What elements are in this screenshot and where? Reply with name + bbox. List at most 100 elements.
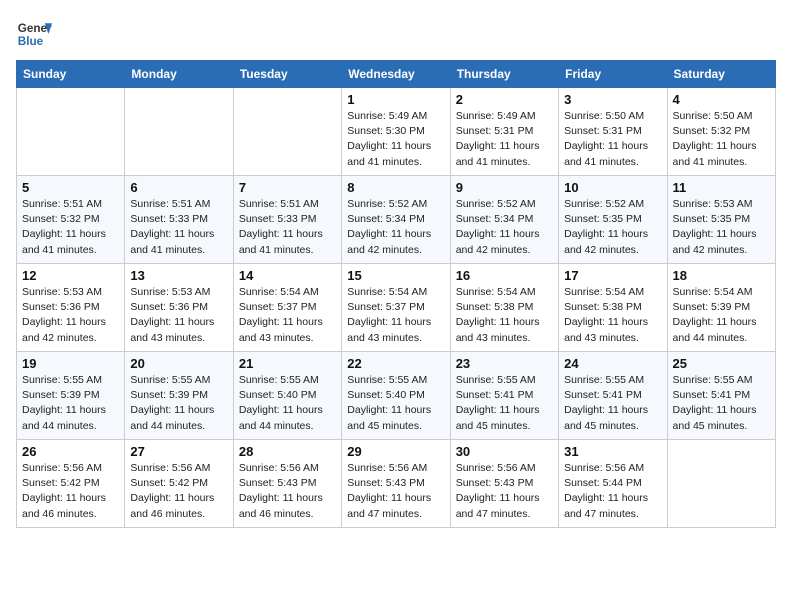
calendar-cell: 24Sunrise: 5:55 AM Sunset: 5:41 PM Dayli… (559, 352, 667, 440)
day-info: Sunrise: 5:52 AM Sunset: 5:35 PM Dayligh… (564, 197, 661, 258)
day-number: 30 (456, 444, 553, 459)
calendar-body: 1 Sunrise: 5:49 AM Sunset: 5:30 PM Daylig… (17, 88, 776, 528)
header-day-thursday: Thursday (450, 61, 558, 88)
day-info: Sunrise: 5:54 AM Sunset: 5:37 PM Dayligh… (347, 285, 444, 346)
day-number: 8 (347, 180, 444, 195)
calendar-cell: 7 Sunrise: 5:51 AM Sunset: 5:33 PM Daylig… (233, 176, 341, 264)
calendar-cell: 4 Sunrise: 5:50 AM Sunset: 5:32 PM Daylig… (667, 88, 775, 176)
calendar-week-4: 19 Sunrise: 5:55 AM Sunset: 5:39 PM Dayli… (17, 352, 776, 440)
page-header: General Blue (16, 16, 776, 52)
calendar-cell: 13Sunrise: 5:53 AM Sunset: 5:36 PM Dayli… (125, 264, 233, 352)
calendar-cell: 26Sunrise: 5:56 AM Sunset: 5:42 PM Dayli… (17, 440, 125, 528)
day-number: 26 (22, 444, 119, 459)
calendar-cell: 9 Sunrise: 5:52 AM Sunset: 5:34 PM Daylig… (450, 176, 558, 264)
day-number: 29 (347, 444, 444, 459)
day-number: 21 (239, 356, 336, 371)
day-info: Sunrise: 5:54 AM Sunset: 5:38 PM Dayligh… (456, 285, 553, 346)
day-info: Sunrise: 5:55 AM Sunset: 5:39 PM Dayligh… (130, 373, 227, 434)
calendar-week-5: 26 Sunrise: 5:56 AM Sunset: 5:42 PM Dayli… (17, 440, 776, 528)
day-number: 11 (673, 180, 770, 195)
calendar-cell: 2Sunrise: 5:49 AM Sunset: 5:31 PM Daylig… (450, 88, 558, 176)
calendar-table: SundayMondayTuesdayWednesdayThursdayFrid… (16, 60, 776, 528)
day-number: 14 (239, 268, 336, 283)
calendar-cell: 8 Sunrise: 5:52 AM Sunset: 5:34 PM Daylig… (342, 176, 450, 264)
calendar-cell: 20Sunrise: 5:55 AM Sunset: 5:39 PM Dayli… (125, 352, 233, 440)
day-info: Sunrise: 5:54 AM Sunset: 5:38 PM Dayligh… (564, 285, 661, 346)
day-info: Sunrise: 5:55 AM Sunset: 5:41 PM Dayligh… (673, 373, 770, 434)
calendar-cell: 28Sunrise: 5:56 AM Sunset: 5:43 PM Dayli… (233, 440, 341, 528)
calendar-cell: 5 Sunrise: 5:51 AM Sunset: 5:32 PM Daylig… (17, 176, 125, 264)
day-number: 24 (564, 356, 661, 371)
calendar-cell: 29 Sunrise: 5:56 AM Sunset: 5:43 PM Dayli… (342, 440, 450, 528)
calendar-cell: 15 Sunrise: 5:54 AM Sunset: 5:37 PM Dayli… (342, 264, 450, 352)
day-number: 12 (22, 268, 119, 283)
calendar-cell: 14 Sunrise: 5:54 AM Sunset: 5:37 PM Dayli… (233, 264, 341, 352)
header-day-saturday: Saturday (667, 61, 775, 88)
header-day-wednesday: Wednesday (342, 61, 450, 88)
day-number: 16 (456, 268, 553, 283)
day-number: 15 (347, 268, 444, 283)
header-row: SundayMondayTuesdayWednesdayThursdayFrid… (17, 61, 776, 88)
day-info: Sunrise: 5:51 AM Sunset: 5:33 PM Dayligh… (239, 197, 336, 258)
day-info: Sunrise: 5:55 AM Sunset: 5:41 PM Dayligh… (456, 373, 553, 434)
calendar-cell: 12 Sunrise: 5:53 AM Sunset: 5:36 PM Dayli… (17, 264, 125, 352)
day-info: Sunrise: 5:56 AM Sunset: 5:42 PM Dayligh… (130, 461, 227, 522)
day-info: Sunrise: 5:51 AM Sunset: 5:32 PM Dayligh… (22, 197, 119, 258)
header-day-monday: Monday (125, 61, 233, 88)
calendar-cell: 10Sunrise: 5:52 AM Sunset: 5:35 PM Dayli… (559, 176, 667, 264)
day-info: Sunrise: 5:52 AM Sunset: 5:34 PM Dayligh… (456, 197, 553, 258)
calendar-cell: 22 Sunrise: 5:55 AM Sunset: 5:40 PM Dayli… (342, 352, 450, 440)
calendar-cell: 31 Sunrise: 5:56 AM Sunset: 5:44 PM Dayli… (559, 440, 667, 528)
header-day-tuesday: Tuesday (233, 61, 341, 88)
day-number: 25 (673, 356, 770, 371)
day-info: Sunrise: 5:51 AM Sunset: 5:33 PM Dayligh… (130, 197, 227, 258)
calendar-cell: 11 Sunrise: 5:53 AM Sunset: 5:35 PM Dayli… (667, 176, 775, 264)
day-info: Sunrise: 5:55 AM Sunset: 5:40 PM Dayligh… (239, 373, 336, 434)
calendar-cell: 18 Sunrise: 5:54 AM Sunset: 5:39 PM Dayli… (667, 264, 775, 352)
calendar-cell: 30 Sunrise: 5:56 AM Sunset: 5:43 PM Dayli… (450, 440, 558, 528)
day-info: Sunrise: 5:56 AM Sunset: 5:44 PM Dayligh… (564, 461, 661, 522)
day-info: Sunrise: 5:50 AM Sunset: 5:32 PM Dayligh… (673, 109, 770, 170)
day-number: 9 (456, 180, 553, 195)
calendar-cell: 17 Sunrise: 5:54 AM Sunset: 5:38 PM Dayli… (559, 264, 667, 352)
day-number: 22 (347, 356, 444, 371)
day-info: Sunrise: 5:49 AM Sunset: 5:31 PM Dayligh… (456, 109, 553, 170)
day-info: Sunrise: 5:55 AM Sunset: 5:40 PM Dayligh… (347, 373, 444, 434)
day-number: 17 (564, 268, 661, 283)
day-number: 3 (564, 92, 661, 107)
day-number: 5 (22, 180, 119, 195)
day-info: Sunrise: 5:52 AM Sunset: 5:34 PM Dayligh… (347, 197, 444, 258)
day-number: 1 (347, 92, 444, 107)
header-day-friday: Friday (559, 61, 667, 88)
day-info: Sunrise: 5:50 AM Sunset: 5:31 PM Dayligh… (564, 109, 661, 170)
day-info: Sunrise: 5:53 AM Sunset: 5:36 PM Dayligh… (22, 285, 119, 346)
day-number: 19 (22, 356, 119, 371)
calendar-cell: 3 Sunrise: 5:50 AM Sunset: 5:31 PM Daylig… (559, 88, 667, 176)
calendar-cell: 21 Sunrise: 5:55 AM Sunset: 5:40 PM Dayli… (233, 352, 341, 440)
day-info: Sunrise: 5:56 AM Sunset: 5:43 PM Dayligh… (347, 461, 444, 522)
calendar-cell: 16 Sunrise: 5:54 AM Sunset: 5:38 PM Dayli… (450, 264, 558, 352)
day-info: Sunrise: 5:56 AM Sunset: 5:43 PM Dayligh… (239, 461, 336, 522)
calendar-cell: 25 Sunrise: 5:55 AM Sunset: 5:41 PM Dayli… (667, 352, 775, 440)
calendar-week-2: 5 Sunrise: 5:51 AM Sunset: 5:32 PM Daylig… (17, 176, 776, 264)
day-info: Sunrise: 5:55 AM Sunset: 5:39 PM Dayligh… (22, 373, 119, 434)
day-info: Sunrise: 5:54 AM Sunset: 5:37 PM Dayligh… (239, 285, 336, 346)
day-number: 7 (239, 180, 336, 195)
day-number: 23 (456, 356, 553, 371)
day-number: 6 (130, 180, 227, 195)
calendar-cell: 27Sunrise: 5:56 AM Sunset: 5:42 PM Dayli… (125, 440, 233, 528)
day-info: Sunrise: 5:56 AM Sunset: 5:43 PM Dayligh… (456, 461, 553, 522)
day-number: 31 (564, 444, 661, 459)
calendar-cell: 6 Sunrise: 5:51 AM Sunset: 5:33 PM Daylig… (125, 176, 233, 264)
day-info: Sunrise: 5:53 AM Sunset: 5:35 PM Dayligh… (673, 197, 770, 258)
calendar-cell: 23 Sunrise: 5:55 AM Sunset: 5:41 PM Dayli… (450, 352, 558, 440)
day-info: Sunrise: 5:54 AM Sunset: 5:39 PM Dayligh… (673, 285, 770, 346)
calendar-cell (233, 88, 341, 176)
calendar-cell (667, 440, 775, 528)
day-number: 18 (673, 268, 770, 283)
day-number: 4 (673, 92, 770, 107)
calendar-cell: 19 Sunrise: 5:55 AM Sunset: 5:39 PM Dayli… (17, 352, 125, 440)
day-info: Sunrise: 5:49 AM Sunset: 5:30 PM Dayligh… (347, 109, 444, 170)
logo-icon: General Blue (16, 16, 52, 52)
day-number: 13 (130, 268, 227, 283)
